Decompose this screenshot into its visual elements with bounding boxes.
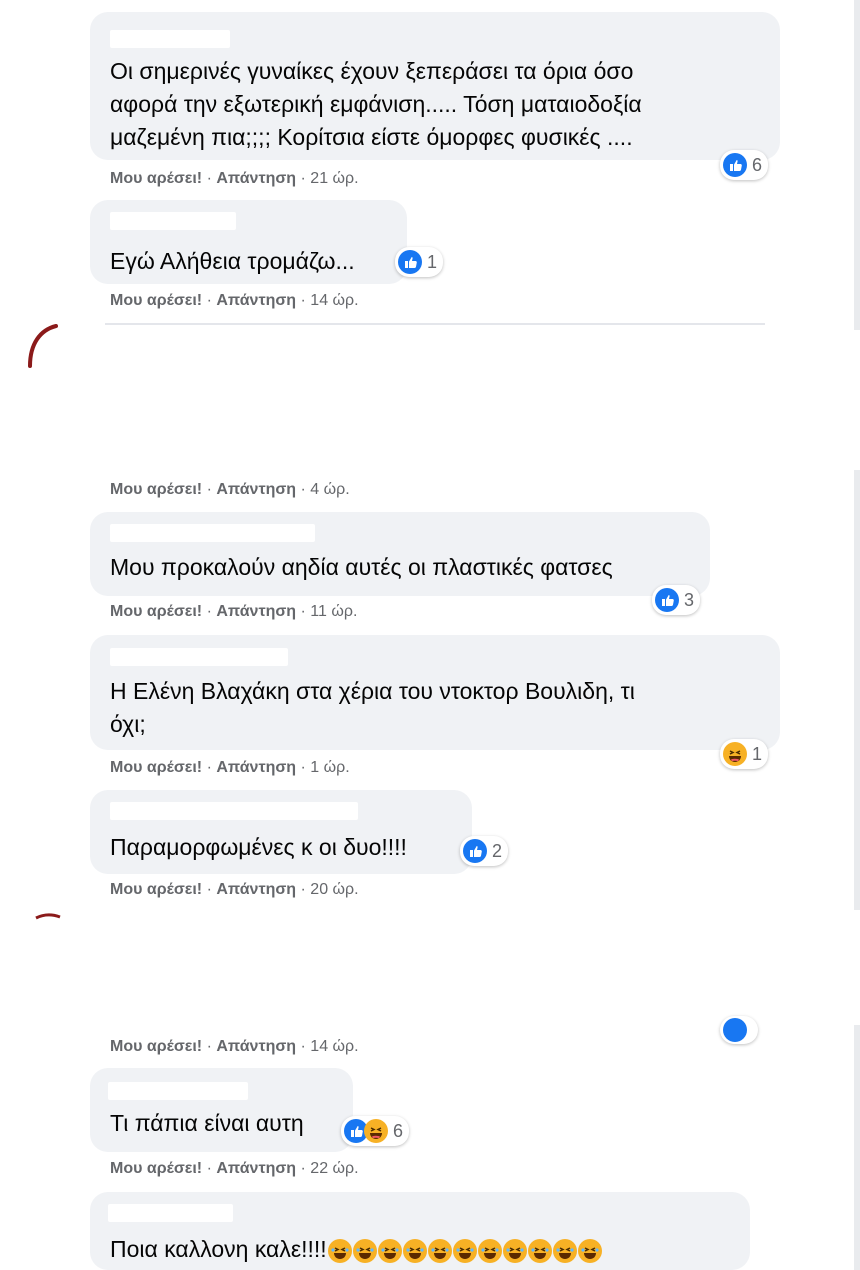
rofl-emoji [527,1238,552,1263]
rofl-emoji [427,1238,452,1263]
like-link[interactable]: Μου αρέσει! [110,759,202,776]
reaction-number: 2 [492,840,503,861]
timestamp[interactable]: 21 ώρ. [310,170,358,187]
like-link[interactable]: Μου αρέσει! [110,1038,202,1055]
comment-actions: Μου αρέσει! · Απάντηση · 22 ώρ. [110,1160,359,1177]
rofl-emoji [452,1238,477,1263]
rofl-emoji [477,1238,502,1263]
reply-link[interactable]: Απάντηση [216,1038,296,1055]
rofl-emoji [402,1238,427,1263]
rofl-emoji [352,1238,377,1263]
reaction-count[interactable]: 2 [460,836,509,866]
timestamp[interactable]: 14 ώρ. [310,1038,358,1055]
reaction-count[interactable]: 1 [720,739,769,769]
comment-text: Μου προκαλούν αηδία αυτές οι πλαστικές φ… [110,554,613,580]
like-link[interactable]: Μου αρέσει! [110,170,202,187]
rofl-emoji [502,1238,527,1263]
redacted-author-name [110,212,236,230]
reaction-number: 3 [684,589,695,610]
reaction-count[interactable]: 3 [652,585,701,615]
comment-text: αφορά την εξωτερική εμφάνιση..... Τόση μ… [110,91,642,117]
emoji-trail [327,1236,602,1263]
comment-text: Τι πάπια είναι αυτη [110,1110,304,1136]
comment-text-words: Ποια καλλονη καλε!!!! [110,1236,327,1262]
comment-actions: Μου αρέσει! · Απάντηση · 11 ώρ. [110,603,358,620]
rofl-emoji [552,1238,577,1263]
reply-link[interactable]: Απάντηση [216,292,296,309]
timestamp[interactable]: 22 ώρ. [310,1160,358,1177]
redacted-author-name [110,30,230,48]
like-link[interactable]: Μου αρέσει! [110,881,202,898]
page-edge-strip [854,1025,860,1270]
timestamp[interactable]: 14 ώρ. [310,292,358,309]
reaction-number: 1 [752,743,763,764]
like-icon [723,1018,747,1042]
reaction-number: 1 [427,251,438,272]
like-link[interactable]: Μου αρέσει! [110,292,202,309]
reply-link[interactable]: Απάντηση [216,881,296,898]
like-link[interactable]: Μου αρέσει! [110,1160,202,1177]
timestamp[interactable]: 4 ώρ. [310,481,349,498]
comment-text: Εγώ Αλήθεια τρομάζω... [110,248,355,274]
comment-actions: Μου αρέσει! · Απάντηση · 1 ώρ. [110,759,350,776]
haha-icon [723,742,747,766]
redacted-author-name [108,1082,248,1100]
comment-text: όχι; [110,711,146,737]
timestamp[interactable]: 1 ώρ. [310,759,349,776]
rofl-emoji [327,1238,352,1263]
reaction-number: 6 [752,154,763,175]
rofl-emoji [377,1238,402,1263]
comment-actions: Μου αρέσει! · Απάντηση · 14 ώρ. [110,292,359,309]
like-link[interactable]: Μου αρέσει! [110,481,202,498]
comment-text: Οι σημερινές γυναίκες έχουν ξεπεράσει τα… [110,58,634,84]
comment-actions: Μου αρέσει! · Απάντηση · 4 ώρ. [110,481,350,498]
comment-text: Παραμορφωμένες κ οι δυο!!!! [110,834,407,860]
comment-actions: Μου αρέσει! · Απάντηση · 21 ώρ. [110,170,359,187]
comment-text: μαζεμένη πια;;;; Κορίτσια είστε όμορφες … [110,124,633,150]
redacted-author-name [110,802,358,820]
page-edge-strip [854,470,860,910]
comment-text: Ποια καλλονη καλε!!!! [110,1232,602,1266]
like-icon [463,839,487,863]
redacted-author-name [110,524,315,542]
cropped-image-arc [28,324,58,368]
like-icon [398,250,422,274]
reply-link[interactable]: Απάντηση [216,170,296,187]
timestamp[interactable]: 20 ώρ. [310,881,358,898]
page-edge-strip [854,0,860,330]
reply-link[interactable]: Απάντηση [216,759,296,776]
reaction-number: 6 [393,1120,404,1141]
comment-actions: Μου αρέσει! · Απάντηση · 14 ώρ. [110,1038,359,1055]
redacted-author-name [110,648,288,666]
reaction-count[interactable]: 6 [341,1116,410,1146]
redacted-author-name [108,1204,233,1222]
like-icon [723,153,747,177]
comment-actions: Μου αρέσει! · Απάντηση · 20 ώρ. [110,881,359,898]
reply-link[interactable]: Απάντηση [216,481,296,498]
reaction-count[interactable]: 6 [720,150,769,180]
reaction-count-partial[interactable] [720,1016,758,1044]
reply-link[interactable]: Απάντηση [216,1160,296,1177]
comment-text: Η Ελένη Βλαχάκη στα χέρια του ντοκτορ Βο… [110,678,635,704]
like-icon [655,588,679,612]
reply-link[interactable]: Απάντηση [216,603,296,620]
rofl-emoji [577,1238,602,1263]
cropped-image-sliver [35,913,61,920]
reaction-count[interactable]: 1 [395,247,444,277]
haha-icon [364,1119,388,1143]
like-link[interactable]: Μου αρέσει! [110,603,202,620]
divider [105,323,765,325]
timestamp[interactable]: 11 ώρ. [310,603,357,620]
